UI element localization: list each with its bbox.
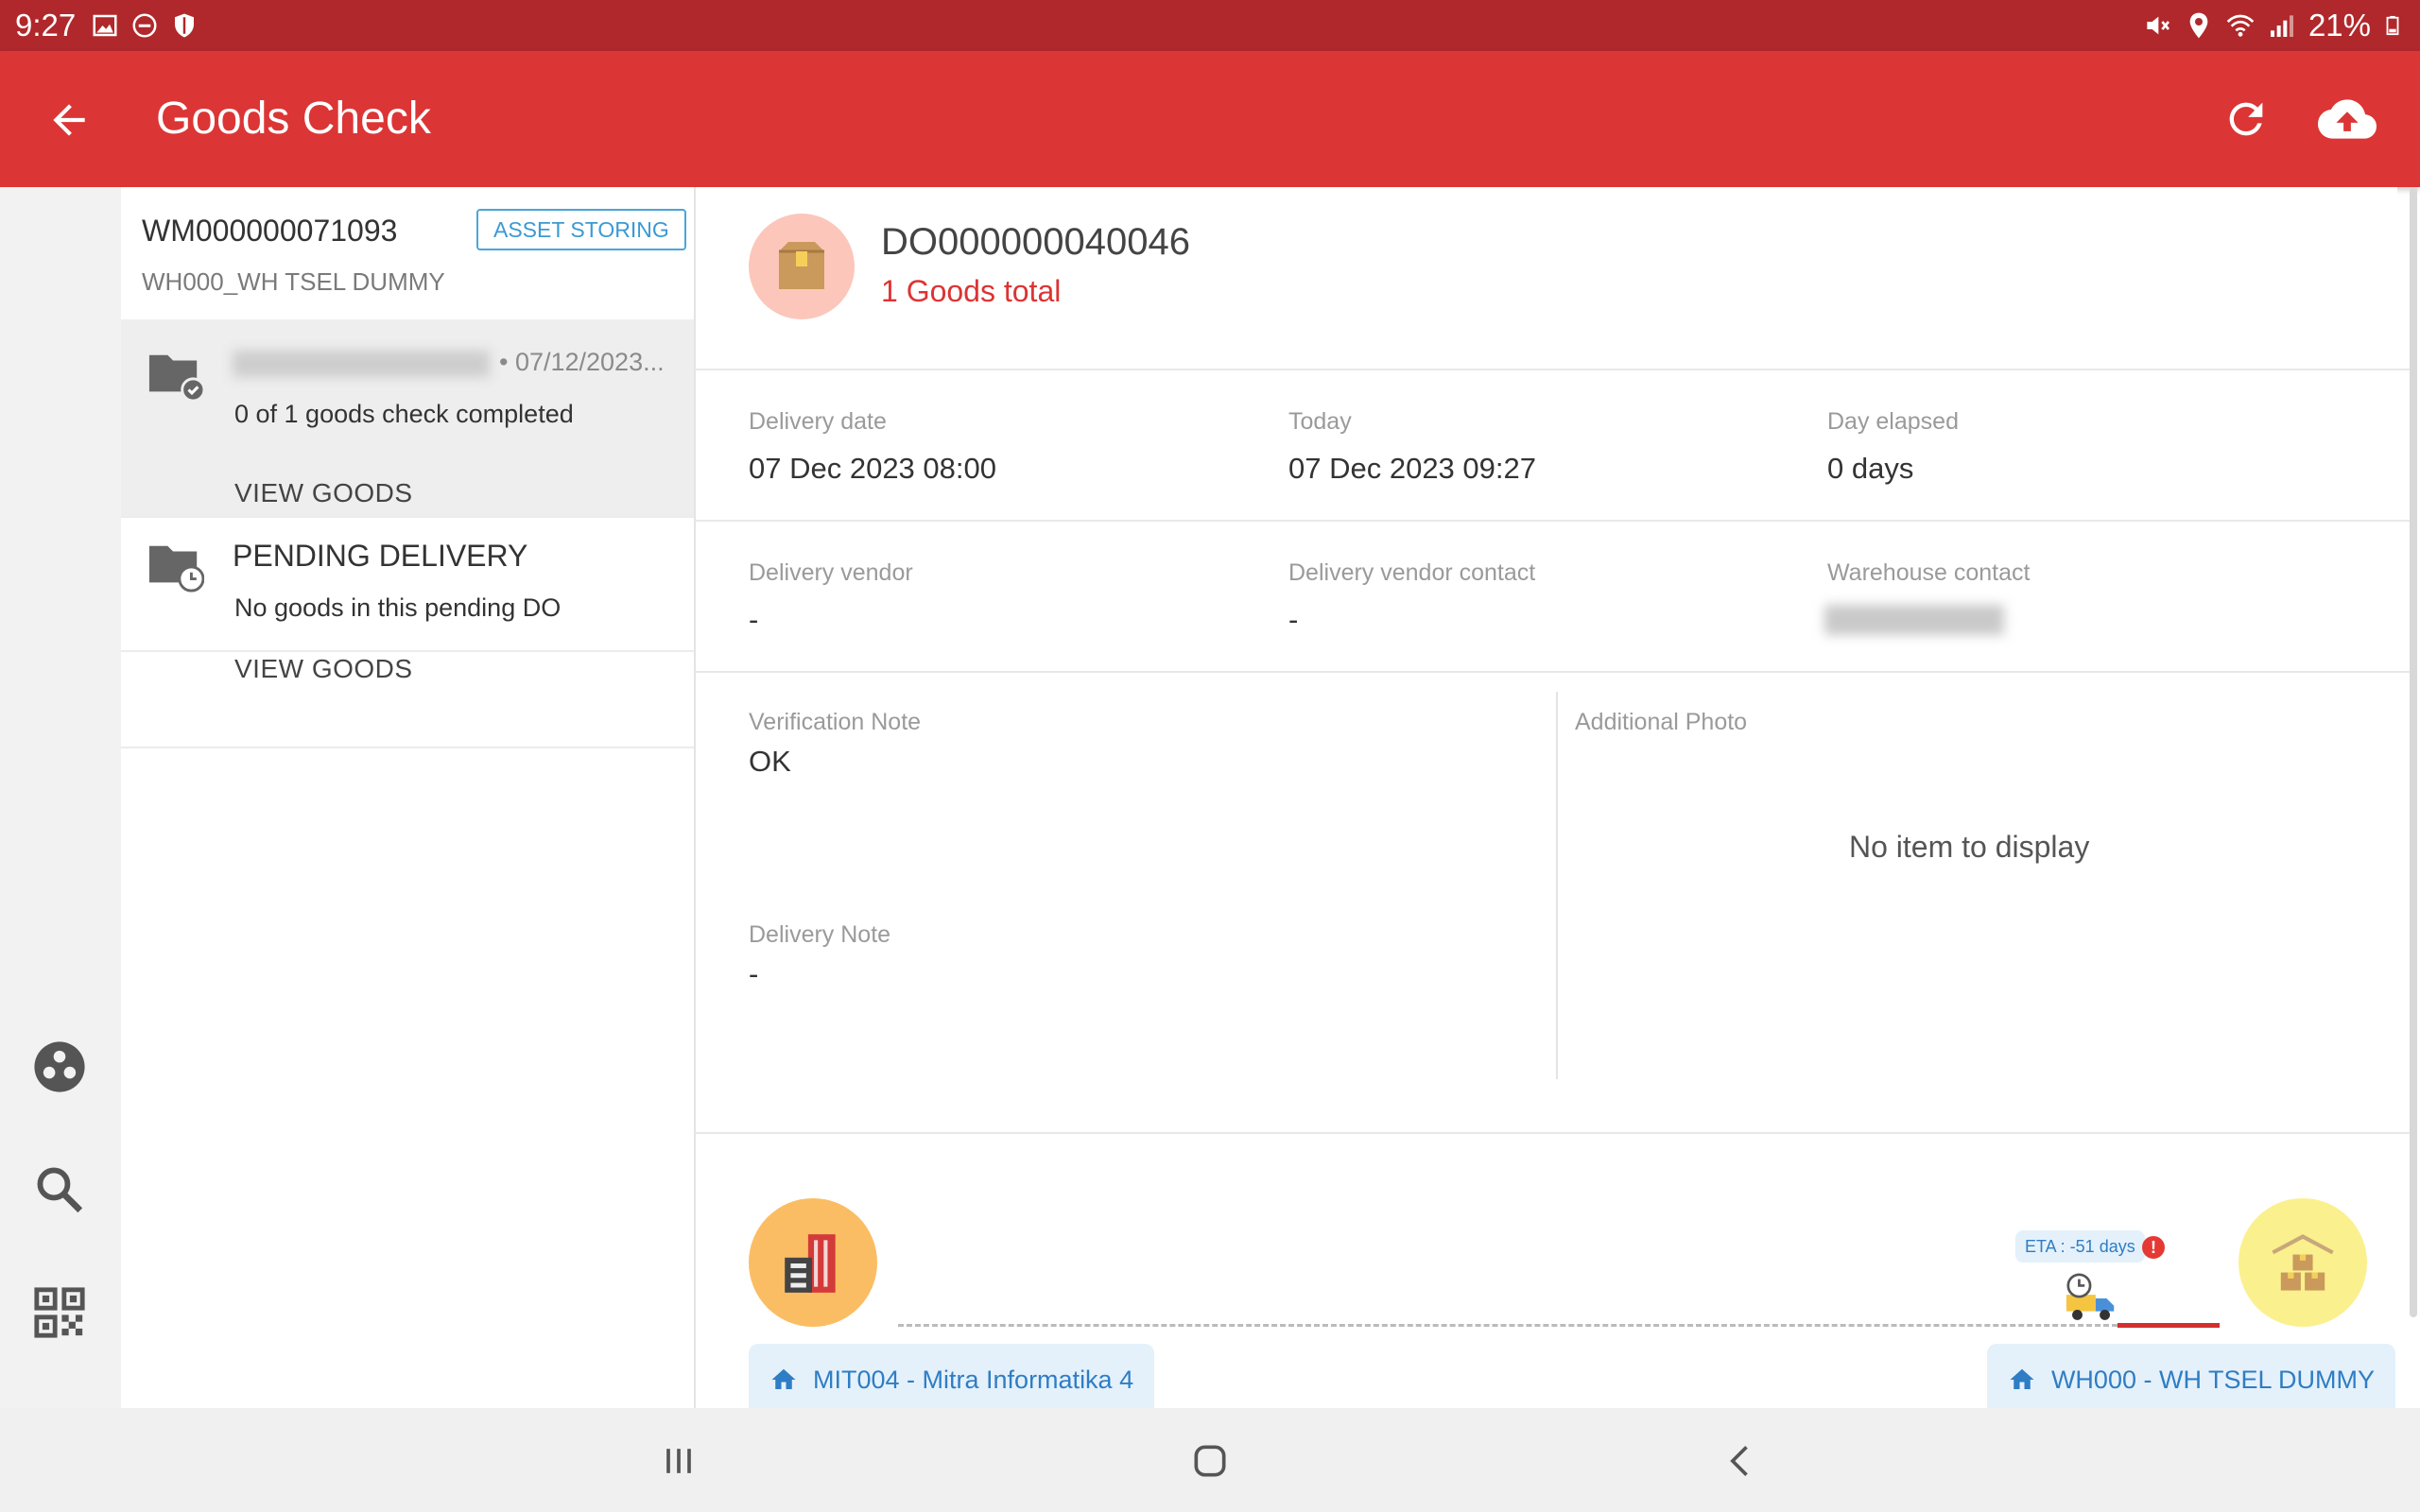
view-goods-button[interactable]: VIEW GOODS bbox=[234, 478, 413, 508]
battery-percent: 21% bbox=[2308, 8, 2371, 43]
vendor-contact-value: - bbox=[1288, 603, 1299, 636]
recents-icon[interactable] bbox=[658, 1440, 700, 1482]
search-icon[interactable] bbox=[32, 1162, 87, 1217]
delivery-vendor-value: - bbox=[749, 603, 759, 636]
wifi-icon bbox=[2226, 14, 2255, 37]
delivery-note-label: Delivery Note bbox=[749, 921, 891, 948]
arrow-back-icon[interactable] bbox=[45, 96, 93, 144]
warehouse-id: WM000000071093 bbox=[142, 214, 398, 248]
list-item-pending[interactable]: PENDING DELIVERY No goods in this pendin… bbox=[121, 518, 694, 683]
view-goods-button-pending[interactable]: VIEW GOODS bbox=[234, 654, 413, 684]
warehouse-contact-label: Warehouse contact bbox=[1827, 559, 2031, 586]
eta-badge: ETA : -51 days bbox=[2015, 1230, 2145, 1263]
battery-icon bbox=[2386, 15, 2399, 36]
today-value: 07 Dec 2023 09:27 bbox=[1288, 452, 1536, 485]
folder-check-icon bbox=[148, 354, 204, 403]
delivery-order-list: WM000000071093 ASSET STORING WH000_WH TS… bbox=[121, 187, 696, 1408]
app-bar: Goods Check bbox=[0, 51, 2420, 187]
today-label: Today bbox=[1288, 408, 1352, 435]
alert-icon: ! bbox=[2142, 1236, 2165, 1259]
home-icon bbox=[771, 1368, 796, 1389]
delivery-note-value: - bbox=[749, 957, 759, 990]
refresh-icon[interactable] bbox=[2221, 94, 2271, 144]
qr-code-icon[interactable] bbox=[32, 1285, 87, 1340]
folder-clock-icon bbox=[148, 545, 204, 593]
do-number: DO000000040046 bbox=[881, 221, 1190, 263]
pending-delivery-subtitle: No goods in this pending DO bbox=[234, 593, 562, 622]
redacted-warehouse-contact bbox=[1824, 605, 2004, 635]
delivery-truck-icon bbox=[2066, 1273, 2115, 1320]
warehouse-name: WH000_WH TSEL DUMMY bbox=[142, 267, 445, 296]
mute-icon bbox=[2147, 16, 2169, 35]
do-not-disturb-icon bbox=[132, 13, 157, 38]
delivery-date-label: Delivery date bbox=[749, 408, 887, 435]
status-time: 9:27 bbox=[15, 8, 77, 43]
signal-icon bbox=[2270, 15, 2293, 37]
origin-point bbox=[749, 1198, 877, 1327]
destination-point bbox=[2238, 1198, 2367, 1327]
cloud-upload-icon[interactable] bbox=[2318, 93, 2377, 146]
additional-photo-label: Additional Photo bbox=[1575, 709, 1748, 735]
package-avatar bbox=[749, 214, 855, 319]
page-title: Goods Check bbox=[156, 94, 431, 144]
package-icon bbox=[779, 242, 824, 289]
day-elapsed-label: Day elapsed bbox=[1827, 408, 1959, 435]
divider bbox=[696, 671, 2416, 673]
shield-icon bbox=[175, 13, 194, 38]
home-button-icon[interactable] bbox=[1189, 1440, 1231, 1482]
route-overdue-line bbox=[2118, 1323, 2220, 1328]
day-elapsed-value: 0 days bbox=[1827, 452, 1914, 485]
scrollbar[interactable] bbox=[2410, 187, 2417, 1317]
system-nav-bar bbox=[0, 1408, 2420, 1512]
list-item-date: • 07/12/2023... bbox=[499, 348, 665, 376]
divider bbox=[696, 520, 2416, 522]
home-icon bbox=[2010, 1368, 2034, 1389]
delivery-date-value: 07 Dec 2023 08:00 bbox=[749, 452, 996, 485]
vendor-contact-label: Delivery vendor contact bbox=[1288, 559, 1536, 586]
redacted-do-number bbox=[233, 350, 490, 377]
verification-note-label: Verification Note bbox=[749, 709, 922, 735]
group-icon[interactable] bbox=[32, 1040, 87, 1094]
nav-rail bbox=[0, 187, 121, 1408]
origin-location-label: MIT004 - Mitra Informatika 4 bbox=[813, 1365, 1134, 1394]
warehouse-icon bbox=[2272, 1234, 2334, 1291]
gallery-icon bbox=[93, 14, 117, 37]
divider bbox=[696, 369, 2416, 370]
destination-location-label: WH000 - WH TSEL DUMMY bbox=[2050, 1365, 2375, 1394]
destination-location-chip[interactable]: WH000 - WH TSEL DUMMY bbox=[1986, 1344, 2395, 1416]
goods-check-progress: 0 of 1 goods check completed bbox=[234, 400, 574, 428]
status-bar: 9:27 21% bbox=[0, 0, 2420, 51]
empty-photo-message: No item to display bbox=[1849, 830, 2090, 864]
goods-total: 1 Goods total bbox=[881, 274, 1062, 308]
column-divider bbox=[1556, 692, 1558, 1079]
location-icon bbox=[2189, 12, 2208, 39]
back-icon[interactable] bbox=[1720, 1440, 1762, 1482]
status-badge: ASSET STORING bbox=[476, 209, 686, 250]
pending-delivery-title: PENDING DELIVERY bbox=[233, 539, 528, 573]
delivery-vendor-label: Delivery vendor bbox=[749, 559, 913, 586]
origin-location-chip[interactable]: MIT004 - Mitra Informatika 4 bbox=[749, 1344, 1155, 1416]
list-divider bbox=[121, 747, 694, 748]
warehouse-header: WM000000071093 ASSET STORING WH000_WH TS… bbox=[121, 187, 694, 319]
divider bbox=[696, 1132, 2416, 1134]
building-icon bbox=[785, 1234, 836, 1293]
verification-note-value: OK bbox=[749, 745, 791, 778]
delivery-order-detail: DO000000040046 1 Goods total Delivery da… bbox=[696, 187, 2416, 1416]
route-dashed-line bbox=[898, 1324, 2118, 1327]
list-item-selected[interactable]: • 07/12/2023... 0 of 1 goods check compl… bbox=[121, 319, 694, 518]
